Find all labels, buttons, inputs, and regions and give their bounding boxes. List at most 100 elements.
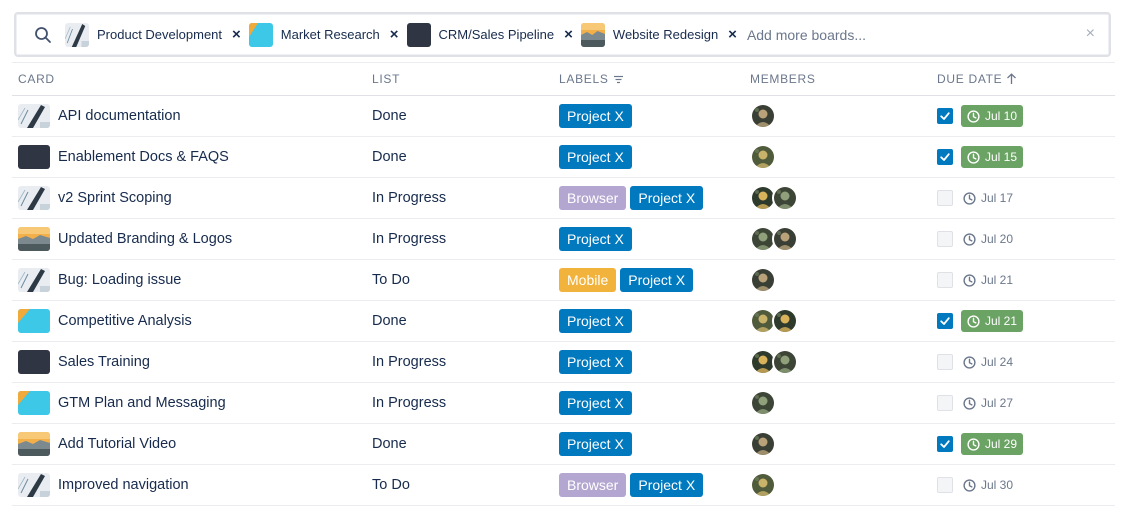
- due-complete-checkbox[interactable]: [937, 190, 953, 206]
- due-date-badge[interactable]: Jul 20: [961, 228, 1019, 250]
- remove-board-icon[interactable]: ×: [232, 27, 241, 42]
- member-avatar[interactable]: [772, 185, 798, 211]
- due-date-badge[interactable]: Jul 21: [961, 269, 1019, 291]
- table-row[interactable]: API documentation Done Project X Jul 10: [12, 96, 1115, 137]
- card-label[interactable]: Mobile: [559, 268, 617, 292]
- due-complete-checkbox[interactable]: [937, 108, 953, 124]
- due-date-badge[interactable]: Jul 27: [961, 392, 1019, 414]
- card-cell[interactable]: Improved navigation: [12, 473, 372, 497]
- due-complete-checkbox[interactable]: [937, 313, 953, 329]
- card-cell[interactable]: GTM Plan and Messaging: [12, 391, 372, 415]
- remove-board-icon[interactable]: ×: [564, 27, 573, 42]
- member-avatar[interactable]: [772, 226, 798, 252]
- members-cell: [747, 267, 935, 293]
- column-header-members[interactable]: MEMBERS: [747, 72, 935, 86]
- clear-all-icon[interactable]: ×: [1086, 26, 1095, 42]
- due-complete-checkbox[interactable]: [937, 477, 953, 493]
- board-search-input[interactable]: [746, 21, 1047, 48]
- remove-board-icon[interactable]: ×: [390, 27, 399, 42]
- column-header-card[interactable]: CARD: [12, 72, 372, 86]
- board-chip-label: CRM/Sales Pipeline: [438, 27, 555, 42]
- table-row[interactable]: Enablement Docs & FAQS Done Project X Jul 1…: [12, 137, 1115, 178]
- table-row[interactable]: Bug: Loading issue To Do Mobile Project X Ju…: [12, 260, 1115, 301]
- member-avatar[interactable]: [750, 103, 776, 129]
- member-avatar[interactable]: [750, 472, 776, 498]
- member-avatar[interactable]: [750, 431, 776, 457]
- card-cell[interactable]: Competitive Analysis: [12, 309, 372, 333]
- table-row[interactable]: GTM Plan and Messaging In Progress Project…: [12, 383, 1115, 424]
- table-row[interactable]: Sales Training In Progress Project X Jul 24: [12, 342, 1115, 383]
- member-avatar[interactable]: [750, 390, 776, 416]
- card-label[interactable]: Project X: [630, 473, 704, 497]
- due-complete-checkbox[interactable]: [937, 272, 953, 288]
- card-label[interactable]: Project X: [620, 268, 694, 292]
- card-name[interactable]: Updated Branding & Logos: [58, 231, 232, 247]
- board-chip[interactable]: CRM/Sales Pipeline ×: [406, 22, 573, 48]
- card-name[interactable]: Sales Training: [58, 354, 150, 370]
- filter-icon[interactable]: [613, 74, 624, 85]
- card-label[interactable]: Project X: [559, 145, 632, 169]
- card-label[interactable]: Project X: [559, 432, 632, 456]
- due-date-cell: Jul 21: [935, 269, 1115, 291]
- due-complete-checkbox[interactable]: [937, 149, 953, 165]
- card-cell[interactable]: Add Tutorial Video: [12, 432, 372, 456]
- due-date-cell: Jul 24: [935, 351, 1115, 373]
- card-label[interactable]: Project X: [559, 350, 632, 374]
- member-avatar[interactable]: [750, 267, 776, 293]
- column-header-labels[interactable]: LABELS: [559, 72, 747, 86]
- card-label[interactable]: Browser: [559, 473, 627, 497]
- card-name[interactable]: Competitive Analysis: [58, 313, 192, 329]
- member-avatar[interactable]: [772, 349, 798, 375]
- column-header-members-label: MEMBERS: [750, 72, 816, 86]
- due-date-badge[interactable]: Jul 30: [961, 474, 1019, 496]
- clock-icon: [963, 355, 976, 369]
- card-name[interactable]: Enablement Docs & FAQS: [58, 149, 229, 165]
- card-label[interactable]: Project X: [630, 186, 704, 210]
- card-name[interactable]: API documentation: [58, 108, 181, 124]
- table-row[interactable]: v2 Sprint Scoping In Progress Browser Proje…: [12, 178, 1115, 219]
- card-name[interactable]: Add Tutorial Video: [58, 436, 176, 452]
- due-complete-checkbox[interactable]: [937, 436, 953, 452]
- due-complete-checkbox[interactable]: [937, 354, 953, 370]
- card-cell[interactable]: Updated Branding & Logos: [12, 227, 372, 251]
- member-avatar[interactable]: [750, 144, 776, 170]
- card-thumbnail: [18, 391, 50, 415]
- card-label[interactable]: Project X: [559, 391, 632, 415]
- table-row[interactable]: Improved navigation To Do Browser Project X…: [12, 465, 1115, 506]
- card-label[interactable]: Project X: [559, 227, 632, 251]
- column-header-due-date[interactable]: DUE DATE: [935, 72, 1115, 86]
- column-header-list[interactable]: LIST: [372, 72, 559, 86]
- due-date-badge[interactable]: Jul 15: [961, 146, 1024, 168]
- board-chip[interactable]: Website Redesign ×: [580, 22, 737, 48]
- remove-board-icon[interactable]: ×: [728, 27, 737, 42]
- board-filter-bar[interactable]: Product Development × Market Research × CRM/…: [14, 12, 1111, 57]
- card-name[interactable]: v2 Sprint Scoping: [58, 190, 172, 206]
- due-date-badge[interactable]: Jul 21: [961, 310, 1024, 332]
- board-chip-label: Website Redesign: [612, 27, 719, 42]
- due-date-badge[interactable]: Jul 17: [961, 187, 1019, 209]
- card-name[interactable]: Improved navigation: [58, 477, 189, 493]
- member-avatar[interactable]: [772, 308, 798, 334]
- card-cell[interactable]: Bug: Loading issue: [12, 268, 372, 292]
- card-name[interactable]: GTM Plan and Messaging: [58, 395, 226, 411]
- board-chips: Product Development × Market Research × CRM/…: [65, 22, 745, 48]
- due-complete-checkbox[interactable]: [937, 231, 953, 247]
- card-cell[interactable]: Sales Training: [12, 350, 372, 374]
- due-date-badge[interactable]: Jul 29: [961, 433, 1024, 455]
- card-label[interactable]: Project X: [559, 104, 632, 128]
- card-label[interactable]: Browser: [559, 186, 627, 210]
- due-date-badge[interactable]: Jul 10: [961, 105, 1024, 127]
- card-cell[interactable]: v2 Sprint Scoping: [12, 186, 372, 210]
- card-name[interactable]: Bug: Loading issue: [58, 272, 181, 288]
- card-label[interactable]: Project X: [559, 309, 632, 333]
- table-row[interactable]: Competitive Analysis Done Project X Jul 21: [12, 301, 1115, 342]
- due-date-badge[interactable]: Jul 24: [961, 351, 1019, 373]
- table-row[interactable]: Add Tutorial Video Done Project X Jul 29: [12, 424, 1115, 465]
- due-complete-checkbox[interactable]: [937, 395, 953, 411]
- table-row[interactable]: Updated Branding & Logos In Progress Proje…: [12, 219, 1115, 260]
- board-chip[interactable]: Product Development ×: [65, 22, 241, 48]
- board-chip[interactable]: Market Research ×: [248, 22, 399, 48]
- sort-ascending-icon[interactable]: [1006, 73, 1017, 85]
- card-cell[interactable]: Enablement Docs & FAQS: [12, 145, 372, 169]
- card-cell[interactable]: API documentation: [12, 104, 372, 128]
